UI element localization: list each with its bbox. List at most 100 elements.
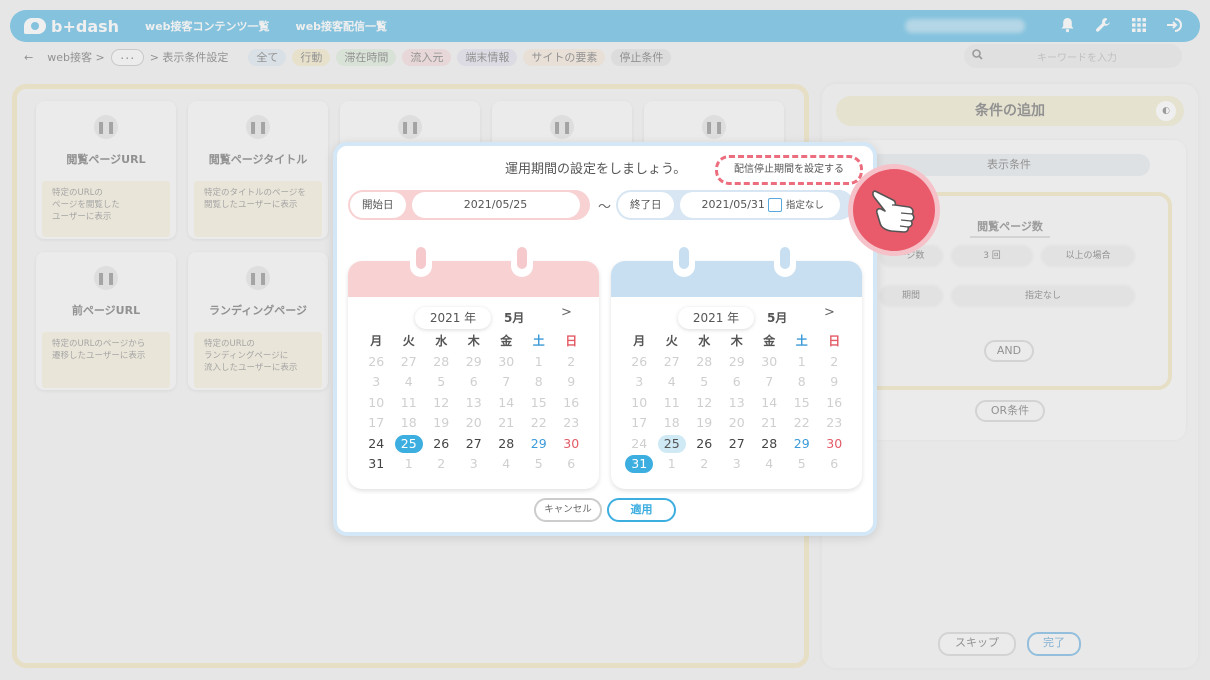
weekday-label: 火 [402,334,415,348]
calendar-day[interactable]: 26 [425,434,458,455]
calendar-day[interactable]: 28 [490,434,523,455]
year-selector[interactable]: 2021 年 [678,307,754,329]
ring-hole [679,247,689,269]
calendar-day: 10 [631,394,648,410]
calendar-day[interactable]: 28 [753,434,786,455]
end-calendar: 2021 年 5月 > 月火水木金土日 26 27 28 29 30 1 2 3 4 5 6 7 8 9 10 11 1… [611,239,862,489]
calendar-day: 12 [433,394,450,410]
calendar-day: 4 [667,374,676,389]
calendar-nav: 2021 年 5月 > [348,305,599,331]
calendar-day: 15 [530,394,547,410]
calendar-day: 26 [368,353,385,369]
ring-hole [780,247,790,269]
calendar-day: 26 [631,353,648,369]
calendar-day: 29 [465,353,482,369]
calendar-day: 16 [563,394,580,410]
end-date-field: 終了日 2021/05/31 指定なし [616,190,854,220]
calendar-day[interactable]: 29 [523,434,556,455]
weekday-label: 金 [500,334,513,348]
weekday-label: 日 [565,334,578,348]
end-date-value: 2021/05/31 [701,198,765,211]
start-date-input[interactable]: 2021/05/25 [411,192,580,218]
calendar-day: 5 [700,374,709,389]
pointing-hand-icon [848,164,940,256]
set-stop-period-button[interactable]: 配信停止期間を設定する [715,155,863,185]
weekday-label: 木 [467,334,480,348]
weekday-label: 土 [795,334,808,348]
calendar-grid: 月火水木金土日 26 27 28 29 30 1 2 3 4 5 6 7 8 9 10 11 12 13 14 15 16… [360,331,588,475]
calendar-day: 2 [437,456,446,471]
calendar-day[interactable]: 26 [688,434,721,455]
next-month-button[interactable]: > [561,305,572,320]
calendar-day: 17 [368,415,385,430]
calendar-day: 22 [530,415,547,430]
calendar-day: 6 [567,456,576,471]
calendar-day: 4 [404,374,413,389]
cancel-button[interactable]: キャンセル [534,498,602,522]
calendar-day: 2 [700,456,709,471]
calendar-day[interactable]: 24 [360,434,393,455]
calendar-day: 3 [469,456,478,471]
calendar-day: 30 [498,353,515,369]
calendar-nav: 2021 年 5月 > [611,305,862,331]
apply-button[interactable]: 適用 [607,498,676,522]
calendar-day: 10 [368,394,385,410]
end-date-label: 終了日 [618,192,674,218]
calendar-header [611,261,862,297]
calendar-day: 2 [830,353,839,369]
month-label: 5月 [767,311,788,325]
calendar-header [348,261,599,297]
calendar-day[interactable]: 25 [656,434,689,455]
modal-title: 運用期間の設定をしましょう。 [505,162,687,177]
calendar-day: 16 [826,394,843,410]
calendar-day: 14 [498,394,515,410]
calendar-day[interactable]: 25 [393,434,426,455]
calendar-day: 30 [761,353,778,369]
calendar-ring [774,239,796,277]
calendar-day: 23 [826,415,843,430]
calendar-day: 28 [696,353,713,369]
calendar-day: 9 [830,374,839,389]
calendar-day: 14 [761,394,778,410]
selected-date[interactable]: 31 [625,455,654,473]
calendar-day: 27 [400,353,417,369]
calendar-day[interactable]: 27 [721,434,754,455]
calendar-day: 17 [631,415,648,430]
calendar-day: 21 [761,415,778,430]
calendar-day: 6 [732,374,741,389]
calendar-day: 15 [793,394,810,410]
calendar-day: 8 [797,374,806,389]
weekday-label: 土 [532,334,545,348]
calendar-day: 19 [696,415,713,430]
calendar-day: 29 [728,353,745,369]
calendar-day: 3 [732,456,741,471]
end-date-input[interactable]: 2021/05/31 指定なし [679,192,840,218]
calendar-day: 1 [534,353,543,369]
calendar-day[interactable]: 27 [458,434,491,455]
calendar-day: 13 [728,394,745,410]
calendar-day[interactable]: 30 [555,434,588,455]
year-selector[interactable]: 2021 年 [415,307,491,329]
calendar-day[interactable]: 29 [786,434,819,455]
calendar-day[interactable]: 31 [360,454,393,475]
weekday-label: 金 [763,334,776,348]
weekday-label: 月 [370,334,383,348]
calendar-day: 12 [696,394,713,410]
start-date-field: 開始日 2021/05/25 [348,190,590,220]
weekday-label: 木 [730,334,743,348]
range-start-date: 25 [657,434,686,453]
selected-date[interactable]: 25 [394,434,423,453]
calendar-day: 19 [433,415,450,430]
calendar-day: 13 [465,394,482,410]
calendar-day[interactable]: 30 [818,434,851,455]
next-month-button[interactable]: > [824,305,835,320]
no-end-date-checkbox[interactable] [768,198,783,212]
calendar-day: 18 [663,415,680,430]
calendar-day: 4 [502,456,511,471]
no-end-date-label: 指定なし [785,200,824,211]
calendar-day: 7 [502,374,511,389]
calendar-day: 2 [567,353,576,369]
calendar-day: 5 [797,456,806,471]
weekday-label: 火 [665,334,678,348]
calendar-day[interactable]: 31 [623,454,656,475]
